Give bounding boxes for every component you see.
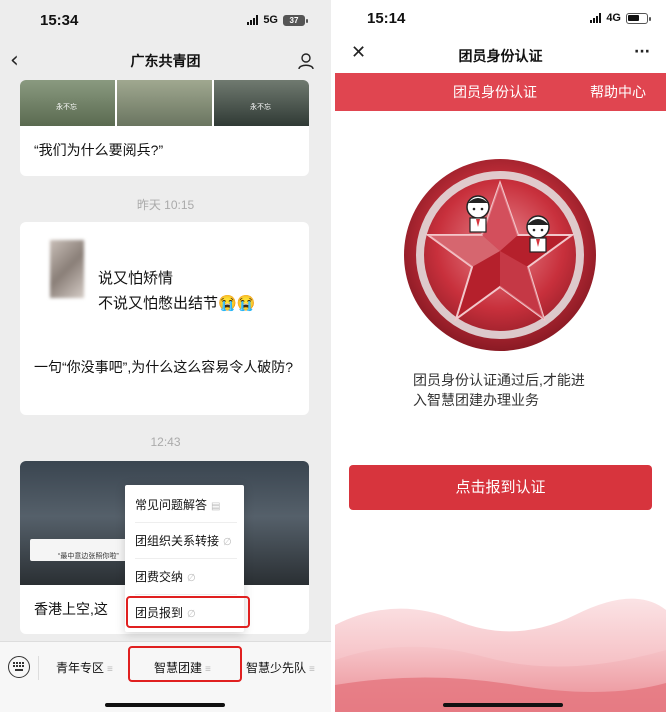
right-screen-identity-auth: 15:14 4G ✕ 团员身份认证 ··· 团员身份认证 帮助中心 团员身份认证… — [335, 0, 666, 712]
highlight-smart-league — [128, 646, 242, 682]
menu-item-fee[interactable]: 团费交纳 ∅ — [135, 563, 235, 591]
chat-navbar: ‹ 广东共青团 — [0, 42, 331, 80]
battery-level: 37 — [289, 15, 299, 25]
article-title-partial: 香港上空,这 — [34, 601, 108, 617]
keyboard-icon[interactable] — [8, 656, 30, 678]
left-screen-wechat-chat: 15:34 5G 37 ‹ 广东共青团 永不忘 永不忘 “我们为什么要阅兵?” … — [0, 0, 331, 712]
auth-description: 团员身份认证通过后,才能进入智慧团建办理业务 — [413, 372, 585, 408]
photo-inset: “最中意边张照你啦” — [30, 539, 130, 561]
divider — [135, 522, 237, 523]
signal-icon — [590, 13, 602, 23]
menu-item-transfer[interactable]: 团组织关系转接 ∅ — [135, 527, 235, 555]
menu-lines-icon: ≡ — [107, 664, 113, 675]
menu-item-label: 团费交纳 — [135, 570, 184, 584]
parade-photo — [117, 80, 212, 126]
article-title: “我们为什么要阅兵?” — [34, 142, 164, 158]
thumb-caption: 永不忘 — [250, 104, 271, 111]
photo-caption: “最中意边张照你啦” — [58, 553, 119, 560]
menu-smart-pioneers[interactable]: 智慧少先队 ≡ — [246, 656, 315, 680]
more-icon[interactable]: ··· — [634, 44, 650, 60]
status-bar: 15:14 4G — [335, 0, 666, 38]
status-time: 15:14 — [367, 10, 406, 27]
menu-item-label: 团组织关系转接 — [135, 534, 220, 548]
battery-icon: 37 — [283, 14, 308, 26]
battery-icon — [626, 12, 651, 24]
blurred-avatar — [50, 240, 84, 298]
chat-timestamp: 12:43 — [150, 435, 181, 449]
status-time: 15:34 — [40, 12, 79, 29]
link-icon: ∅ — [187, 573, 196, 584]
menu-youth-zone[interactable]: 青年专区 ≡ — [56, 656, 113, 680]
signal-icon — [247, 15, 259, 25]
top-banner: 团员身份认证 帮助中心 — [335, 73, 666, 111]
parade-photo: 永不忘 — [214, 80, 309, 126]
chat-timestamp: 昨天 10:15 — [136, 198, 195, 212]
help-center-link[interactable]: 帮助中心 — [590, 82, 646, 102]
menu-lines-icon: ≡ — [309, 664, 315, 675]
menu-item-label: 常见问题解答 — [135, 498, 208, 512]
link-icon: ∅ — [223, 537, 232, 548]
article-icon: ▤ — [211, 501, 221, 512]
page-navbar: ✕ 团员身份认证 ··· — [335, 38, 666, 73]
chat-title: 广东共青团 — [130, 53, 201, 69]
article-line-1: 说又怕矫情 — [98, 270, 174, 287]
article-title: 一句“你没事吧”,为什么这么容易令人破防? — [34, 359, 293, 375]
home-indicator — [443, 703, 563, 707]
mountain-decoration — [335, 598, 666, 712]
league-emblem-illustration — [404, 159, 596, 351]
battery-fill — [628, 14, 639, 21]
network-label: 5G — [263, 14, 278, 26]
cartoon-figure-2 — [526, 215, 550, 253]
home-indicator — [105, 703, 225, 707]
menu-item-faq[interactable]: 常见问题解答 ▤ — [135, 491, 235, 519]
divider — [135, 594, 237, 595]
highlight-report-item — [126, 596, 250, 628]
article-card-parade[interactable]: 永不忘 永不忘 “我们为什么要阅兵?” — [20, 80, 309, 176]
menu-label: 青年专区 — [56, 661, 105, 675]
thumb-caption: 永不忘 — [56, 104, 77, 111]
menu-label: 智慧少先队 — [246, 661, 307, 675]
menu-divider — [38, 656, 39, 680]
identity-auth-link[interactable]: 团员身份认证 — [453, 82, 537, 102]
page-title: 团员身份认证 — [458, 48, 543, 64]
parade-images: 永不忘 永不忘 — [20, 80, 309, 126]
status-icons: 5G 37 — [247, 14, 308, 26]
article-line-2: 不说又怕憋出结节😭😭 — [98, 295, 256, 312]
network-label: 4G — [606, 12, 621, 24]
parade-photo: 永不忘 — [20, 80, 115, 126]
article-card-nothing-wrong[interactable]: 说又怕矫情 不说又怕憋出结节😭😭 一句“你没事吧”,为什么这么容易令人破防? — [20, 222, 309, 415]
status-icons: 4G — [590, 12, 651, 24]
report-auth-button[interactable]: 点击报到认证 — [349, 465, 652, 510]
cartoon-figure-1 — [466, 195, 490, 233]
profile-icon[interactable] — [297, 52, 315, 70]
divider — [135, 558, 237, 559]
status-bar: 15:34 5G 37 — [0, 0, 331, 38]
